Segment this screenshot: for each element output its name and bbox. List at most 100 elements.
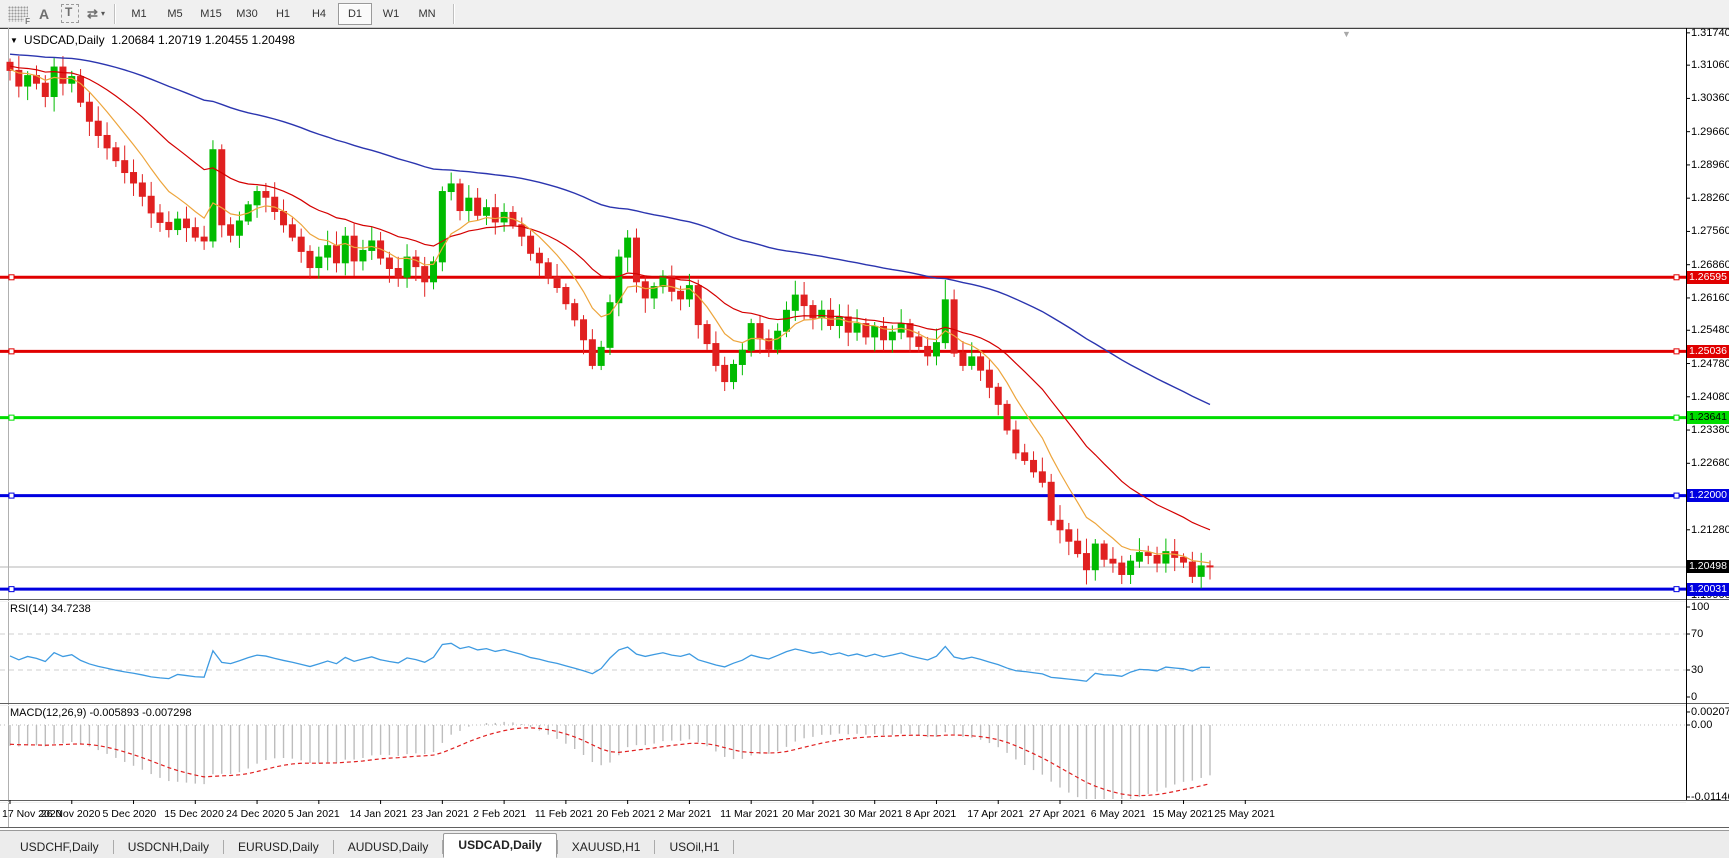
timeframe-button-D1[interactable]: D1 [338,3,372,25]
candle-body [86,102,92,121]
candle-body [1181,557,1187,562]
candle-body [342,236,348,263]
chart-tab-USDCHF-Daily[interactable]: USDCHF,Daily [6,836,113,858]
candle-body [254,192,260,205]
price-tag-1.25036: 1.25036 [1687,345,1729,358]
candle-body [1092,544,1098,570]
date-label: 30 Mar 2021 [844,808,903,820]
macd-axis-label: 0.002074 [1691,706,1729,718]
candle-body [678,291,684,299]
text-box-icon[interactable]: T [58,3,82,25]
line-handle[interactable] [9,493,14,498]
candle-body [872,326,878,336]
date-label: 6 May 2021 [1091,808,1146,820]
candle-body [466,198,472,210]
line-handle[interactable] [9,349,14,354]
chart-tab-XAUUSD-H1[interactable]: XAUUSD,H1 [558,836,655,858]
candle-body [281,211,287,224]
candle-body [25,76,31,86]
candle-body [783,310,789,331]
rsi-axis-label: 100 [1691,601,1729,613]
timeframe-button-M1[interactable]: M1 [122,3,156,25]
candle-body [95,121,101,135]
date-label: 8 Apr 2021 [905,808,956,820]
tab-separator [733,840,734,854]
candle-body [528,236,534,253]
candle-body [581,320,587,340]
price-tag-1.22000: 1.22000 [1687,489,1729,502]
date-label: 26 Nov 2020 [41,808,101,820]
candle-body [942,300,948,343]
chart-title: ▼USDCAD,Daily 1.20684 1.20719 1.20455 1.… [10,33,295,47]
line-handle[interactable] [9,275,14,280]
line-handle[interactable] [1674,349,1679,354]
price-axis-label: 1.25480 [1691,324,1729,336]
candle-body [1101,544,1107,559]
line-handle[interactable] [1674,587,1679,592]
candle-body [1207,566,1213,567]
candle-body [1136,553,1142,562]
price-axis-label: 1.24080 [1691,391,1729,403]
ohlc-low: 1.20455 [205,33,248,47]
candle-body [960,353,966,365]
candle-body [1154,555,1160,563]
candle-body [183,219,189,228]
text-label-icon[interactable]: A [32,3,56,25]
candle-body [995,387,1001,404]
line-handle[interactable] [1674,415,1679,420]
line-handle[interactable] [9,587,14,592]
timeframe-button-H1[interactable]: H1 [266,3,300,25]
line-handle[interactable] [9,415,14,420]
chart-tab-USOil-H1[interactable]: USOil,H1 [655,836,733,858]
price-axis-label: 1.27560 [1691,225,1729,237]
date-label: 15 Dec 2020 [164,808,224,820]
candle-body [289,225,295,237]
candle-body [986,370,992,387]
timeframe-button-H4[interactable]: H4 [302,3,336,25]
chart-tab-AUDUSD-Daily[interactable]: AUDUSD,Daily [334,836,443,858]
candle-body [236,221,242,235]
line-handle[interactable] [1674,493,1679,498]
timeframe-button-M30[interactable]: M30 [230,3,264,25]
date-label: 2 Feb 2021 [473,808,526,820]
toolbar-separator [114,4,116,24]
timeframe-button-M5[interactable]: M5 [158,3,192,25]
rsi-axis-label: 70 [1691,628,1729,640]
chart-window[interactable]: ▼USDCAD,Daily 1.20684 1.20719 1.20455 1.… [0,28,1729,829]
candle-body [642,282,648,298]
candle-body [175,219,181,229]
chart-tab-USDCAD-Daily[interactable]: USDCAD,Daily [443,833,556,858]
date-label: 2 Mar 2021 [658,808,711,820]
candle-body [325,246,331,257]
candle-body [739,350,745,364]
candle-body [951,300,957,353]
price-axis-label: 1.30360 [1691,92,1729,104]
candle-body [757,324,763,339]
line-handle[interactable] [1674,275,1679,280]
symbol-tab-bar: USDCHF,DailyUSDCNH,DailyEURUSD,DailyAUDU… [0,830,1729,858]
chart-background[interactable] [0,28,1729,829]
candle-body [219,150,225,225]
chart-tab-USDCNH-Daily[interactable]: USDCNH,Daily [114,836,223,858]
price-tag-1.23641: 1.23641 [1687,411,1729,424]
symbol-dropdown-icon[interactable]: ▼ [10,36,18,45]
chart-canvas[interactable] [0,28,1729,829]
candle-body [1110,559,1116,563]
chart-shift-marker-icon[interactable]: ▼ [1342,29,1351,39]
chart-tab-EURUSD-Daily[interactable]: EURUSD,Daily [224,836,333,858]
macd-label: MACD(12,26,9) -0.005893 -0.007298 [10,707,192,719]
candle-body [457,184,463,211]
price-axis-label: 1.31740 [1691,27,1729,39]
grid-f-icon[interactable]: F [6,3,30,25]
candle-body [483,208,489,216]
timeframe-button-W1[interactable]: W1 [374,3,408,25]
date-label: 5 Dec 2020 [103,808,157,820]
candle-body [616,257,622,303]
candle-body [1057,520,1063,530]
timeframe-button-MN[interactable]: MN [410,3,444,25]
candle-body [589,340,595,366]
candle-body [1145,553,1151,556]
timeframe-button-M15[interactable]: M15 [194,3,228,25]
arrows-icon[interactable]: ⇄▾ [84,3,108,25]
candle-body [78,77,84,103]
